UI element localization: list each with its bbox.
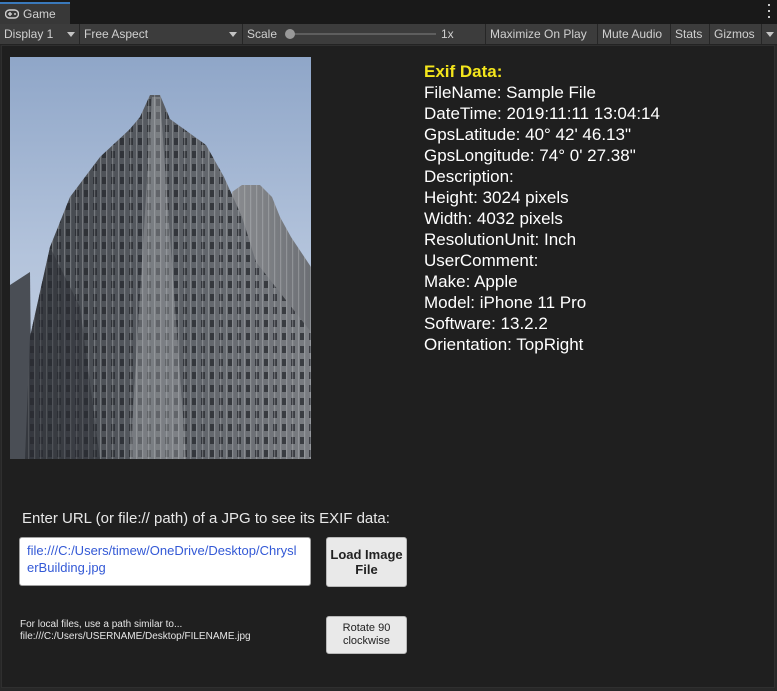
gamepad-icon: [5, 9, 19, 19]
chevron-down-icon: [229, 32, 237, 37]
exif-line: Make: Apple: [424, 272, 518, 291]
rotate-label: Rotate 90 clockwise: [342, 622, 391, 647]
exif-line: ResolutionUnit: Inch: [424, 230, 577, 249]
aspect-dropdown[interactable]: Free Aspect: [84, 24, 148, 44]
scale-value: 1x: [441, 27, 454, 41]
scale-slider-track[interactable]: [288, 33, 436, 35]
chevron-down-icon: [67, 32, 75, 37]
stats-toggle[interactable]: Stats: [675, 24, 702, 44]
exif-line: UserComment:: [424, 251, 539, 270]
exif-line: Software: 13.2.2: [424, 314, 548, 333]
gizmos-toggle[interactable]: Gizmos: [714, 24, 755, 44]
display-dropdown[interactable]: Display 1: [4, 24, 53, 44]
maximize-on-play-toggle[interactable]: Maximize On Play: [490, 24, 587, 44]
exif-line: Description:: [424, 167, 514, 186]
mute-audio-toggle[interactable]: Mute Audio: [602, 24, 662, 44]
tab-game[interactable]: Game: [0, 2, 70, 24]
tab-bar: Game: [0, 0, 777, 25]
game-toolbar: Display 1 Free Aspect Scale 1x Maximize …: [0, 24, 777, 45]
exif-line: Orientation: TopRight: [424, 335, 584, 354]
load-image-file-button[interactable]: Load Image File: [326, 537, 407, 587]
local-file-hint: For local files, use a path similar to..…: [20, 619, 251, 643]
display-dropdown-value: Display 1: [4, 27, 54, 41]
rotate-90-clockwise-button[interactable]: Rotate 90 clockwise: [326, 616, 407, 654]
exif-line: GpsLongitude: 74° 0' 27.38": [424, 146, 636, 165]
exif-line: GpsLatitude: 40° 42' 46.13": [424, 125, 632, 144]
gizmos-dropdown-arrow[interactable]: [766, 32, 774, 37]
exif-line: Width: 4032 pixels: [424, 209, 563, 228]
tab-label: Game: [23, 7, 56, 21]
building-photo: [10, 57, 311, 459]
scale-label: Scale: [247, 27, 278, 41]
exif-title: Exif Data:: [424, 62, 503, 81]
aspect-dropdown-value: Free Aspect: [84, 27, 149, 41]
hint-line-2: file:///C:/Users/USERNAME/Desktop/FILENA…: [20, 631, 251, 642]
url-prompt-label: Enter URL (or file:// path) of a JPG to …: [22, 510, 390, 527]
more-options-icon[interactable]: [767, 4, 771, 18]
url-input[interactable]: file:///C:/Users/timew/OneDrive/Desktop/…: [19, 537, 311, 586]
exif-panel: Exif Data: FileName: Sample File DateTim…: [424, 61, 660, 355]
exif-line: Model: iPhone 11 Pro: [424, 293, 587, 312]
load-image-file-label: Load Image File: [330, 547, 403, 577]
exif-line: DateTime: 2019:11:11 13:04:14: [424, 104, 660, 123]
exif-line: FileName: Sample File: [424, 83, 596, 102]
hint-line-1: For local files, use a path similar to..…: [20, 619, 183, 630]
exif-line: Height: 3024 pixels: [424, 188, 569, 207]
scale-slider-handle[interactable]: [285, 29, 295, 39]
